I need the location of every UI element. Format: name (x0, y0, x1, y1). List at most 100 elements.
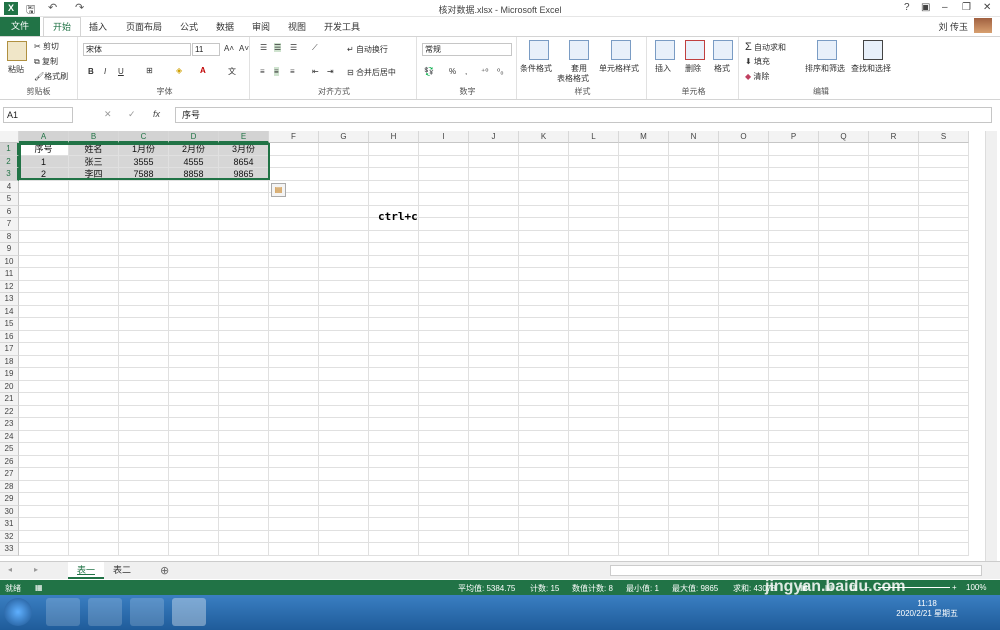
cell[interactable] (219, 268, 269, 281)
cell[interactable] (869, 280, 919, 293)
cell[interactable] (669, 355, 719, 368)
cell[interactable] (869, 193, 919, 206)
cell[interactable] (769, 318, 819, 331)
cell[interactable] (469, 480, 519, 493)
cell[interactable] (369, 430, 419, 443)
cell[interactable]: 8654 (219, 155, 269, 168)
cell[interactable] (419, 218, 469, 231)
cell[interactable] (269, 380, 319, 393)
ribbon-display-icon[interactable]: ▣ (921, 2, 930, 13)
cell[interactable] (619, 455, 669, 468)
cell[interactable] (619, 205, 669, 218)
cell[interactable] (69, 418, 119, 431)
cell[interactable] (819, 230, 869, 243)
cell[interactable] (469, 193, 519, 206)
cell[interactable] (419, 368, 469, 381)
cell[interactable] (69, 468, 119, 481)
cell[interactable] (669, 168, 719, 181)
cell[interactable] (419, 480, 469, 493)
align-middle-icon[interactable]: ☰ (274, 43, 282, 52)
cell[interactable] (219, 455, 269, 468)
cell[interactable] (169, 205, 219, 218)
cell[interactable] (669, 430, 719, 443)
cell[interactable] (369, 143, 419, 156)
cell[interactable] (819, 268, 869, 281)
cell[interactable] (819, 180, 869, 193)
column-header[interactable]: F (269, 131, 319, 143)
cell[interactable] (419, 393, 469, 406)
cell[interactable] (69, 443, 119, 456)
cell[interactable] (419, 243, 469, 256)
cell[interactable] (819, 143, 869, 156)
paste-button[interactable]: 粘贴 (8, 64, 24, 75)
cell[interactable] (569, 168, 619, 181)
cell[interactable] (19, 380, 69, 393)
cell[interactable]: 序号 (19, 143, 69, 156)
cell[interactable] (19, 405, 69, 418)
cell[interactable] (369, 168, 419, 181)
cell[interactable] (919, 468, 969, 481)
italic-button[interactable]: I (104, 67, 106, 76)
number-format-select[interactable]: 常规 (422, 43, 512, 56)
cell[interactable] (569, 505, 619, 518)
zoom-level[interactable]: 100% (966, 583, 986, 592)
cell[interactable] (669, 293, 719, 306)
cell[interactable] (169, 405, 219, 418)
cell[interactable] (269, 405, 319, 418)
cell[interactable] (369, 443, 419, 456)
cell[interactable] (719, 543, 769, 556)
cell[interactable] (219, 405, 269, 418)
cell[interactable] (419, 230, 469, 243)
conditional-format-icon[interactable] (529, 40, 549, 60)
cell[interactable] (469, 168, 519, 181)
cell[interactable] (319, 180, 369, 193)
insert-function-button[interactable]: fx (153, 109, 160, 119)
cell[interactable] (19, 343, 69, 356)
cell[interactable] (119, 393, 169, 406)
cell[interactable] (869, 368, 919, 381)
cell[interactable] (819, 280, 869, 293)
cell[interactable] (219, 393, 269, 406)
cell[interactable]: 7588 (119, 168, 169, 181)
cell[interactable] (569, 268, 619, 281)
cell[interactable] (719, 493, 769, 506)
cell[interactable] (169, 230, 219, 243)
cell[interactable] (19, 493, 69, 506)
cell[interactable] (769, 518, 819, 531)
cell[interactable] (469, 330, 519, 343)
cell[interactable] (669, 493, 719, 506)
cell[interactable] (319, 418, 369, 431)
cell[interactable] (569, 518, 619, 531)
cell[interactable] (619, 268, 669, 281)
cell[interactable] (269, 280, 319, 293)
format-cells-button[interactable]: 格式 (714, 63, 730, 74)
cell[interactable] (369, 293, 419, 306)
cell[interactable] (219, 505, 269, 518)
cell[interactable] (219, 430, 269, 443)
cell[interactable] (719, 355, 769, 368)
cell[interactable] (919, 443, 969, 456)
cell[interactable] (419, 530, 469, 543)
cell[interactable] (719, 368, 769, 381)
cell[interactable] (19, 193, 69, 206)
cell[interactable] (869, 243, 919, 256)
cell[interactable] (819, 405, 869, 418)
column-header[interactable]: B (69, 131, 119, 143)
align-top-icon[interactable]: ☰ (260, 43, 267, 52)
cell[interactable] (469, 268, 519, 281)
cell[interactable] (269, 243, 319, 256)
sort-filter-button[interactable]: 排序和筛选 (805, 63, 845, 74)
row-header[interactable]: 12 (0, 280, 19, 293)
cell[interactable] (319, 493, 369, 506)
system-clock[interactable]: 11:18 2020/2/21 星期五 (896, 599, 958, 619)
cell[interactable] (569, 230, 619, 243)
cell[interactable] (219, 418, 269, 431)
cell[interactable] (569, 530, 619, 543)
cell[interactable] (319, 230, 369, 243)
cell[interactable] (769, 280, 819, 293)
cell[interactable] (519, 230, 569, 243)
cell[interactable] (819, 168, 869, 181)
cell[interactable] (419, 430, 469, 443)
cell[interactable] (469, 530, 519, 543)
cell[interactable] (669, 330, 719, 343)
